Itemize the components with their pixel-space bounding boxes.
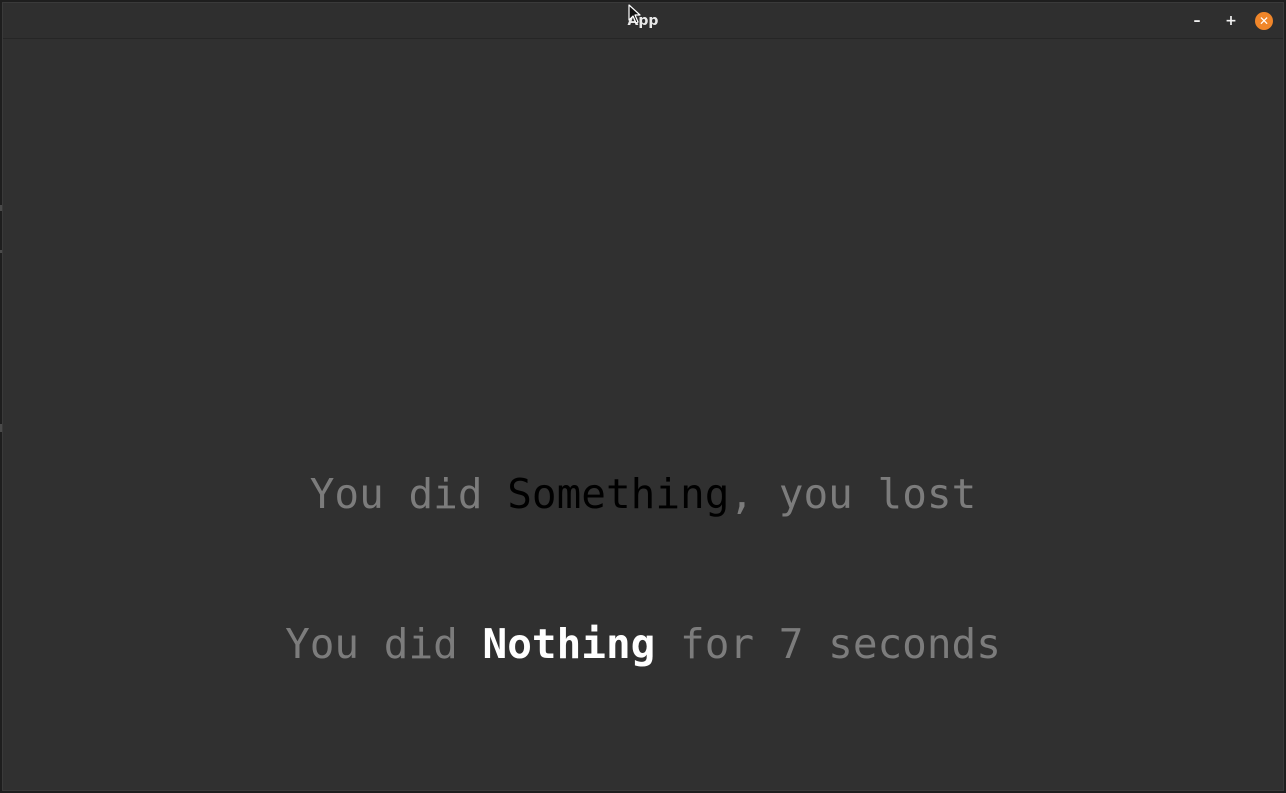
line1-suffix: , you lost: [729, 470, 977, 518]
result-message: You did Something, you lost You did Noth…: [3, 369, 1283, 769]
message-line-something: You did Something, you lost: [3, 469, 1283, 519]
title-bar[interactable]: App – + ✕: [3, 3, 1283, 39]
something-highlight: Something: [507, 470, 730, 518]
main-content: You did Something, you lost You did Noth…: [3, 39, 1283, 791]
line2-prefix: You did: [285, 620, 483, 668]
left-edge-artifact: [0, 250, 2, 253]
nothing-highlight: Nothing: [482, 620, 656, 668]
app-window: App – + ✕ You did Something, you lost Yo…: [2, 2, 1284, 791]
maximize-icon[interactable]: +: [1221, 11, 1241, 31]
mouse-pointer-icon: [628, 4, 641, 24]
window-title: App: [627, 13, 659, 29]
message-line-nothing: You did Nothing for 7 seconds: [3, 619, 1283, 669]
line1-prefix: You did: [309, 470, 508, 518]
close-icon[interactable]: ✕: [1255, 12, 1273, 30]
line2-suffix: for 7 seconds: [655, 620, 1001, 668]
minimize-icon[interactable]: –: [1187, 11, 1207, 31]
window-controls: – + ✕: [1187, 11, 1273, 31]
left-edge-artifact: [0, 424, 2, 432]
left-edge-artifact: [0, 205, 2, 211]
